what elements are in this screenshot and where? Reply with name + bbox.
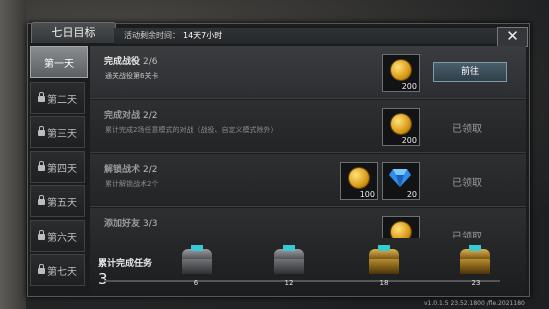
claimed-status: 已领取	[452, 178, 482, 189]
claimed-status: 已领取	[452, 232, 482, 238]
task-progress: 2/6	[143, 57, 158, 67]
gold-coin-icon	[391, 60, 411, 80]
reward-quantity: 200	[401, 136, 417, 145]
go-button[interactable]: 前往	[433, 62, 507, 82]
panel-title-tab: 七日目标	[31, 22, 116, 43]
reward-quantity: 200	[401, 82, 417, 91]
task-title: 完成对战 2/2	[104, 108, 158, 121]
close-button[interactable]: ✕	[497, 27, 528, 47]
cumulative-label: 累计完成任务	[98, 259, 153, 269]
timer-label: 活动剩余时间：	[124, 31, 180, 40]
timer-value: 14天7小时	[183, 31, 223, 40]
task-row: 完成对战 2/2 累计完成2场任意模式的对战（战役、自定义模式除外） 200 已领…	[90, 100, 526, 153]
reward-slot: 200	[382, 108, 420, 146]
reward-slot: 200	[382, 54, 420, 92]
gold-coin-icon	[391, 222, 411, 238]
task-progress: 3/3	[143, 219, 158, 229]
gold-coin-icon	[349, 168, 369, 188]
version-text: v1.0.1.5 23.52.1800 /fle.2021180	[424, 300, 525, 307]
day-tab-label: 第六天	[47, 232, 77, 244]
lock-icon	[38, 194, 45, 205]
gray-chest-icon[interactable]	[272, 245, 306, 275]
gold-chest-icon[interactable]	[367, 245, 401, 275]
chest-threshold: 23	[471, 279, 481, 287]
lock-icon	[38, 229, 45, 240]
reward-slot	[382, 216, 420, 238]
task-description: 累计解锁战术2个	[105, 180, 159, 188]
task-title-text: 完成战役	[104, 57, 141, 67]
task-title: 添加好友 3/3	[104, 216, 158, 229]
claimed-status: 已领取	[452, 124, 482, 135]
task-description: 通关战役第6关卡	[105, 72, 159, 80]
day-tab-label: 第二天	[47, 94, 77, 106]
reward-quantity: 100	[359, 190, 375, 199]
task-description: 累计完成2场任意模式的对战（战役、自定义模式除外）	[105, 126, 278, 134]
task-row: 完成战役 2/6 通关战役第6关卡 200 前往	[90, 46, 526, 99]
task-title-text: 解锁战术	[104, 165, 141, 175]
gold-coin-icon	[391, 114, 411, 134]
day-tab-5[interactable]: 第五天	[30, 185, 85, 217]
reward-slot: 20	[382, 162, 420, 200]
day-sidebar: 第一天 第二天 第三天 第四天 第五天 第六天 第七天	[27, 44, 88, 294]
diamond-icon	[389, 169, 411, 187]
task-progress: 2/2	[143, 165, 158, 175]
lock-icon	[38, 125, 45, 136]
day-tab-label: 第四天	[47, 163, 77, 175]
chest-threshold: 18	[379, 279, 389, 287]
day-tab-2[interactable]: 第二天	[30, 82, 85, 114]
reward-quantity: 20	[406, 190, 417, 199]
day-tab-label: 第一天	[44, 58, 74, 70]
day-tab-3[interactable]: 第三天	[30, 116, 85, 148]
day-tab-7[interactable]: 第七天	[30, 254, 85, 286]
reward-slot: 100	[340, 162, 378, 200]
gold-chest-icon[interactable]	[458, 245, 492, 275]
task-row: 添加好友 3/3 已领取	[90, 208, 526, 238]
gray-chest-icon[interactable]	[180, 245, 214, 275]
task-row: 解锁战术 2/2 累计解锁战术2个 100 20 已领取	[90, 154, 526, 207]
day-tab-label: 第五天	[47, 197, 77, 209]
day-tab-6[interactable]: 第六天	[30, 220, 85, 252]
day-tab-4[interactable]: 第四天	[30, 151, 85, 183]
lock-icon	[38, 160, 45, 171]
chest-threshold: 12	[284, 279, 294, 287]
day-tab-label: 第七天	[47, 266, 77, 278]
day-tab-label: 第三天	[47, 128, 77, 140]
task-title-text: 添加好友	[104, 219, 141, 229]
task-title: 解锁战术 2/2	[104, 162, 158, 175]
task-title: 完成战役 2/6	[104, 54, 158, 67]
background-edge	[0, 0, 26, 309]
task-list[interactable]: 完成战役 2/6 通关战役第6关卡 200 前往 完成对战 2/2 累计完成2场任意…	[90, 46, 526, 238]
progress-track	[104, 280, 500, 282]
task-title-text: 完成对战	[104, 111, 141, 121]
day-tab-1[interactable]: 第一天	[30, 46, 88, 78]
task-progress: 2/2	[143, 111, 158, 121]
chest-threshold: 6	[193, 279, 199, 287]
lock-icon	[38, 91, 45, 102]
lock-icon	[38, 263, 45, 274]
cumulative-count: 3	[98, 270, 108, 288]
